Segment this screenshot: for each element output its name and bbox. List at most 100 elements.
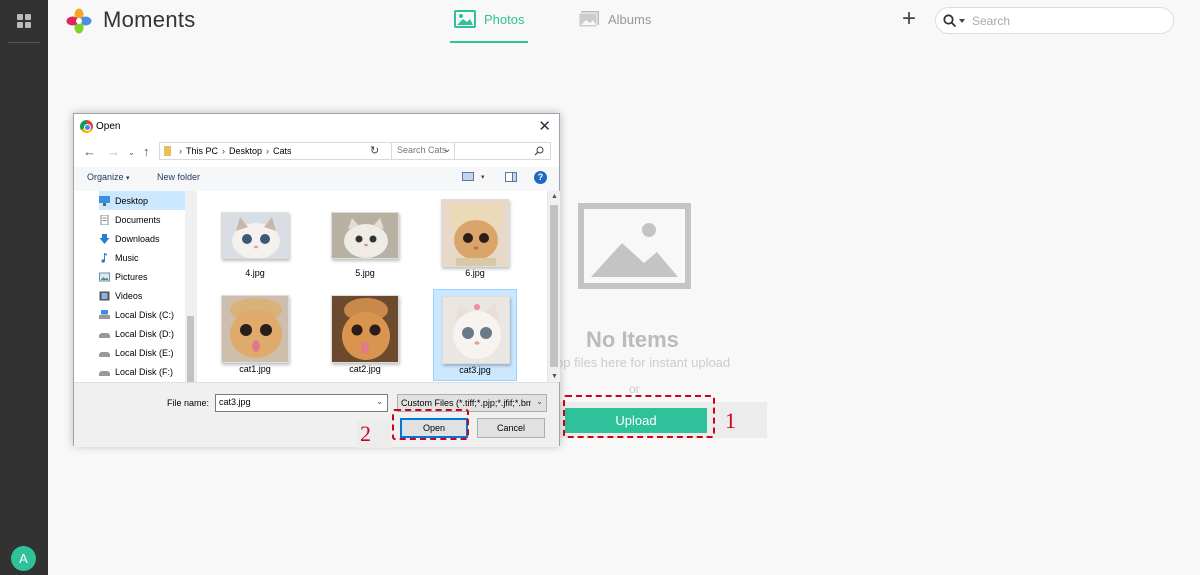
- scrollbar-thumb[interactable]: [550, 205, 558, 367]
- file-name-field[interactable]: ⌄: [215, 394, 388, 412]
- thumbnail-image: [221, 295, 289, 363]
- nav-item-pictures[interactable]: Pictures: [99, 267, 196, 286]
- help-icon[interactable]: ?: [534, 171, 547, 184]
- scroll-up-icon[interactable]: ▲: [551, 193, 558, 200]
- nav-item-local-disk-f[interactable]: Local Disk (F:): [99, 362, 196, 381]
- file-name: 4.jpg: [245, 268, 265, 278]
- file-type-select[interactable]: Custom Files (*.tiff;*.pjp;*.jfif;*.bmp …: [397, 394, 547, 412]
- nav-item-label: Documents: [115, 214, 161, 225]
- refresh-icon[interactable]: ↻: [370, 144, 379, 157]
- disk-icon: [99, 370, 110, 376]
- nav-item-label: Music: [115, 252, 139, 263]
- dialog-title: Open: [96, 121, 121, 132]
- new-folder-button[interactable]: New folder: [157, 172, 200, 182]
- search-box[interactable]: [935, 7, 1174, 34]
- file-name: cat3.jpg: [459, 365, 491, 375]
- file-item[interactable]: cat1.jpg: [213, 289, 297, 381]
- tab-albums[interactable]: Albums: [578, 10, 651, 44]
- dialog-nav-row: ← → ⌄ ↑ › This PC › Desktop › Cats ⌄ ↻: [74, 140, 559, 164]
- open-file-dialog: Open ✕ ← → ⌄ ↑ › This PC › Desktop › Cats ⌄ ↻: [73, 113, 560, 447]
- chevron-down-icon[interactable]: ⌄: [536, 397, 543, 406]
- scrollbar-thumb[interactable]: [187, 316, 194, 382]
- nav-item-music[interactable]: Music: [99, 248, 196, 267]
- organize-button[interactable]: Organize ▾: [87, 172, 130, 182]
- file-item[interactable]: cat2.jpg: [323, 289, 407, 381]
- nav-item-documents[interactable]: Documents: [99, 210, 196, 229]
- file-item[interactable]: cat3.jpg: [433, 289, 517, 381]
- search-icon: [943, 14, 957, 28]
- file-name: 6.jpg: [465, 268, 485, 278]
- file-list-scrollbar[interactable]: ▲ ▼: [547, 191, 560, 382]
- thumbnail-image: [442, 296, 510, 364]
- user-avatar[interactable]: A: [11, 546, 36, 571]
- upload-button[interactable]: Upload: [565, 408, 707, 433]
- empty-image-icon: [578, 203, 691, 289]
- sidebar-divider: [8, 42, 40, 43]
- chevron-down-icon[interactable]: ⌄: [376, 397, 383, 406]
- apps-grid-icon[interactable]: [16, 13, 32, 29]
- nav-item-local-disk-e[interactable]: Local Disk (E:): [99, 343, 196, 362]
- cancel-button[interactable]: Cancel: [477, 418, 545, 438]
- downloads-icon: [99, 233, 110, 244]
- nav-item-label: Pictures: [115, 271, 148, 282]
- nav-item-local-disk-d[interactable]: Local Disk (D:): [99, 324, 196, 343]
- nav-item-label: Desktop: [115, 195, 149, 206]
- thumbnail-image: [331, 212, 399, 259]
- tab-photos-label: Photos: [484, 12, 525, 27]
- command-bar: Organize ▾ New folder ▾ ?: [74, 167, 559, 191]
- nav-item-label: Local Disk (D:): [115, 328, 175, 339]
- nav-item-downloads[interactable]: Downloads: [99, 229, 196, 248]
- app-header: Moments Photos Albums +: [48, 0, 1200, 48]
- scroll-down-icon[interactable]: ▼: [551, 373, 558, 380]
- thumbnail-image: [221, 212, 289, 259]
- search-scope-dropdown-icon[interactable]: [959, 19, 965, 23]
- nav-item-label: Videos: [115, 290, 143, 301]
- nav-item-label: Local Disk (C:): [115, 309, 175, 320]
- dialog-titlebar: Open ✕: [74, 114, 559, 140]
- moments-logo-icon: [66, 8, 92, 34]
- breadcrumb-item[interactable]: Cats: [273, 146, 292, 156]
- breadcrumb-item[interactable]: This PC: [186, 146, 218, 156]
- search-icon: [534, 146, 544, 156]
- chevron-down-icon[interactable]: ▾: [481, 173, 485, 181]
- nav-pane-scrollbar[interactable]: [185, 191, 196, 382]
- dialog-search-box[interactable]: [391, 142, 551, 160]
- up-arrow-icon[interactable]: ↑: [143, 144, 150, 159]
- tab-albums-label: Albums: [608, 12, 652, 27]
- recent-locations-icon[interactable]: ⌄: [128, 148, 135, 157]
- nav-item-desktop[interactable]: Desktop: [99, 191, 196, 210]
- folder-icon: [164, 146, 171, 156]
- file-name: cat2.jpg: [349, 364, 381, 374]
- nav-item-label: Local Disk (E:): [115, 347, 174, 358]
- file-name-label: File name:: [167, 398, 210, 408]
- app-root: A Moments Photos Albums + Search No Item…: [0, 0, 1200, 575]
- disk-icon: [99, 309, 110, 319]
- dialog-search-input[interactable]: [397, 145, 532, 155]
- view-options-icon[interactable]: [462, 172, 474, 181]
- albums-icon: [578, 11, 599, 28]
- nav-item-local-disk-c[interactable]: Local Disk (C:): [99, 305, 196, 324]
- file-name-input[interactable]: [219, 397, 369, 407]
- search-input[interactable]: [972, 12, 1162, 30]
- thumbnail-image: [441, 199, 509, 267]
- empty-state-heading: No Items: [586, 327, 679, 352]
- dialog-footer: File name: ⌄ Custom Files (*.tiff;*.pjp;…: [74, 382, 559, 447]
- thumbnail-image: [331, 295, 399, 363]
- file-item[interactable]: 6.jpg: [433, 193, 517, 285]
- breadcrumb-item[interactable]: Desktop: [229, 146, 262, 156]
- tab-photos[interactable]: Photos: [449, 10, 529, 44]
- file-item[interactable]: 5.jpg: [323, 193, 407, 285]
- open-button[interactable]: Open: [400, 418, 468, 438]
- forward-arrow-icon[interactable]: →: [107, 144, 120, 159]
- file-item[interactable]: 4.jpg: [213, 193, 297, 285]
- disk-icon: [99, 351, 110, 357]
- nav-item-label: Downloads: [115, 233, 160, 244]
- preview-pane-icon[interactable]: [505, 172, 517, 182]
- pictures-icon: [99, 272, 110, 281]
- nav-item-videos[interactable]: Videos: [99, 286, 196, 305]
- breadcrumb: › This PC › Desktop › Cats: [179, 146, 292, 156]
- add-button[interactable]: +: [900, 7, 918, 31]
- close-icon[interactable]: ✕: [538, 117, 551, 135]
- back-arrow-icon[interactable]: ←: [83, 144, 96, 159]
- navigation-pane: Desktop Documents Downloads Music Pictur…: [74, 191, 197, 382]
